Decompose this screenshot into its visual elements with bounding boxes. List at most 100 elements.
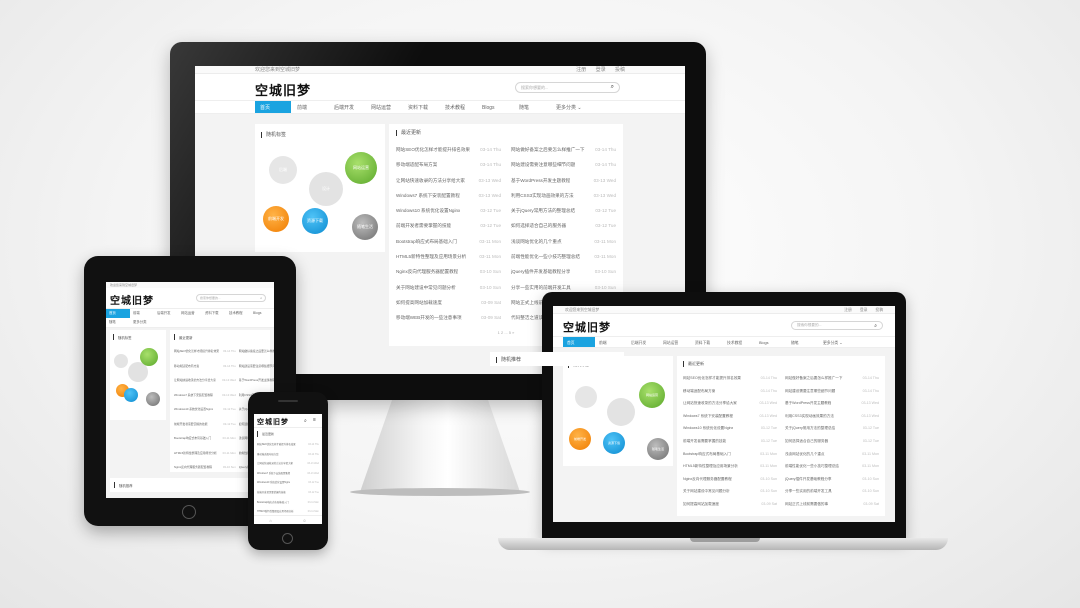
tag-bubble[interactable]: 后端 xyxy=(269,156,297,184)
list-item[interactable]: 网站SEO优化怎样才能提升排名效果 03-14 Thu xyxy=(257,440,319,450)
list-item[interactable]: 网站做好备案之后要怎么样推广一下03-14 Thu xyxy=(511,142,616,157)
nav-item[interactable]: Blogs xyxy=(476,101,513,113)
tag-bubble[interactable] xyxy=(607,398,635,426)
nav-home[interactable]: 首页 xyxy=(255,101,291,113)
nav-item[interactable]: 前端 xyxy=(291,101,328,113)
laptop-logo[interactable]: 空城旧梦 xyxy=(563,319,611,335)
list-item[interactable]: 网站正式上线前需要做的事 03-09 Sat xyxy=(785,498,879,511)
list-item[interactable]: 前端开发者需要掌握的技能 03-12 Tue xyxy=(257,488,319,498)
list-item[interactable]: Bootstrap响应式布局基础入门 03-11 Mon xyxy=(683,448,777,461)
list-item[interactable]: 让网站快速收录的方法分享给大家 03-13 Wed xyxy=(396,173,501,188)
tag-bubble[interactable]: 随笔生活 xyxy=(647,438,669,460)
nav-item[interactable]: 随笔 xyxy=(787,337,819,347)
list-item[interactable]: Bootstrap响应式布局基础入门 03-11 Mon xyxy=(257,498,319,508)
list-item[interactable]: 如何选择适合自己的服务器 03-12 Tue xyxy=(511,218,616,233)
list-item[interactable]: Windows7 系统下安装配置教程 03-13 Wed xyxy=(174,388,236,403)
nav-item[interactable]: 后端开发 xyxy=(154,309,178,318)
list-item[interactable]: HTML5新特性整理及应用场景分析 03-11 Mon xyxy=(683,460,777,473)
list-item[interactable]: 如何选择适合自己的服务器 03-12 Tue xyxy=(785,435,879,448)
submit-link[interactable]: 投稿 xyxy=(875,308,883,312)
list-item[interactable]: 浅谈网站优化的几个重点 03-11 Mon xyxy=(785,448,879,461)
list-item[interactable]: 网站SEO优化怎样才能提升排名效果 03-14 Thu xyxy=(174,344,236,359)
list-item[interactable]: 网站做好备案之后要怎么样推广一下03-14 Thu xyxy=(785,372,879,385)
nav-item[interactable]: 技术教程 xyxy=(723,337,755,347)
list-item[interactable]: 基于WordPress开发主题教程03-13 Wed xyxy=(239,373,274,388)
list-item[interactable]: 前端开发者需要掌握的技能 03-12 Tue xyxy=(683,435,777,448)
list-item[interactable]: HTML5新特性整理及应用场景分析 03-11 Mon xyxy=(396,249,501,264)
nav-item[interactable]: 前端 xyxy=(595,337,627,347)
tag-bubble[interactable]: 网站运营 xyxy=(639,382,665,408)
list-item[interactable]: 网站建设需要注意哪些细节问题03-14 Thu xyxy=(511,157,616,172)
list-item[interactable]: 关于jQuery常用方法的整理总结 03-12 Tue xyxy=(511,203,616,218)
list-item[interactable]: 如何提高网站加载速度 03-09 Sat xyxy=(396,295,501,310)
tag-bubble[interactable] xyxy=(575,386,597,408)
tablet-logo[interactable]: 空城旧梦 xyxy=(110,292,154,307)
list-item[interactable]: 关于jQuery常用方法的整理总结 03-12 Tue xyxy=(785,422,879,435)
list-item[interactable]: 网站SEO优化怎样才能提升排名效果 03-14 Thu xyxy=(683,372,777,385)
list-item[interactable]: Windows7 系统下安装配置教程 03-13 Wed xyxy=(257,469,319,479)
laptop-search-input[interactable]: 搜索你想要的... ⌕ xyxy=(791,321,883,330)
nav-item[interactable]: 资料下载 xyxy=(691,337,723,347)
list-item[interactable]: 关于网站建设中常见问题分析 03-10 Sun xyxy=(396,280,501,295)
list-item[interactable]: 移动端适配布局方案 03-14 Thu xyxy=(257,450,319,460)
list-item[interactable]: 基于WordPress开发主题教程03-13 Wed xyxy=(511,173,616,188)
list-item[interactable]: Nginx反向代理服务器配置教程 03-10 Sun xyxy=(396,264,501,279)
home-icon[interactable]: ⌂ xyxy=(269,518,271,523)
nav-item[interactable]: 后端开发 xyxy=(627,337,659,347)
nav-item[interactable]: Blogs xyxy=(250,309,274,318)
tag-bubble[interactable] xyxy=(146,392,160,406)
list-item[interactable]: jQuery插件开发基础教程分享 03-10 Sun xyxy=(511,264,616,279)
list-item[interactable]: 移动端适配布局方案 03-14 Thu xyxy=(396,157,501,172)
list-item[interactable]: 网站建设需要注意哪些细节问题03-14 Thu xyxy=(785,385,879,398)
nav-item[interactable]: 随笔 xyxy=(106,318,130,327)
list-item[interactable]: 前端开发者需要掌握的技能 03-12 Tue xyxy=(174,417,236,432)
list-item[interactable]: Windows7 系统下安装配置教程 03-13 Wed xyxy=(396,188,501,203)
list-item[interactable]: 关于网站建设中常见问题分析 03-10 Sun xyxy=(683,485,777,498)
search-icon[interactable]: ⌕ xyxy=(611,84,614,91)
list-item[interactable]: 分享一些实用的前端开发工具 03-10 Sun xyxy=(785,485,879,498)
site-logo[interactable]: 空城旧梦 xyxy=(255,80,311,99)
list-item[interactable]: Windows7 系统下安装配置教程 03-13 Wed xyxy=(683,410,777,423)
search-input[interactable]: 搜索你想要的... ⌕ xyxy=(515,82,620,93)
search-icon[interactable]: ⌕ xyxy=(874,323,877,329)
login-link[interactable]: 登录 xyxy=(596,67,606,73)
tag-bubble[interactable]: 随笔生活 xyxy=(352,214,378,240)
nav-item[interactable]: 技术教程 xyxy=(439,101,476,113)
tag-bubble[interactable] xyxy=(114,354,128,368)
list-item[interactable]: 让网站快速收录的方法分享给大家 03-13 Wed xyxy=(174,373,236,388)
list-item[interactable]: 移动端适配布局方案 03-14 Thu xyxy=(683,385,777,398)
list-item[interactable]: Windows10 系统优化设置Nginx 03-12 Tue xyxy=(257,478,319,488)
nav-item[interactable]: 后端开发 xyxy=(328,101,365,113)
list-item[interactable]: Windows10 系统优化设置Nginx 03-12 Tue xyxy=(174,402,236,417)
list-item[interactable]: 前端性能优化一些小技巧整理总结 03-11 Mon xyxy=(785,460,879,473)
search-icon[interactable]: ⌕ xyxy=(304,418,307,424)
list-item[interactable]: jQuery插件开发基础教程分享 03-10 Sun xyxy=(785,473,879,486)
tag-bubble[interactable]: 前端开发 xyxy=(569,428,591,450)
list-item[interactable]: 网站建设需要注意哪些细节问题03-14 Thu xyxy=(239,359,274,374)
list-item[interactable]: 浅谈网站优化的几个重点 03-11 Mon xyxy=(511,234,616,249)
list-item[interactable]: Windows10 系统优化设置Nginx 03-12 Tue xyxy=(683,422,777,435)
list-item[interactable]: Bootstrap响应式布局基础入门 03-11 Mon xyxy=(174,431,236,446)
search-icon[interactable]: ⌕ xyxy=(260,296,262,300)
list-item[interactable]: 让网站快速收录的方法分享给大家 03-13 Wed xyxy=(257,459,319,469)
nav-item-more[interactable]: 更多分类 ⌄ xyxy=(550,101,588,113)
nav-item[interactable]: 网站运营 xyxy=(178,309,202,318)
list-item[interactable]: Nginx反向代理服务器配置教程 03-10 Sun xyxy=(683,473,777,486)
list-item[interactable]: 利用CSS3实现动画效果的方法 03-13 Wed xyxy=(785,410,879,423)
list-item[interactable]: 移动端WEB开发的一些注意事项 03-09 Sat xyxy=(396,310,501,325)
nav-item-more[interactable]: 更多分类 xyxy=(130,318,154,327)
nav-home[interactable]: 首页 xyxy=(563,337,595,347)
list-item[interactable]: 网站做好备案之后要怎么样推广一下03-14 Thu xyxy=(239,344,274,359)
nav-item[interactable]: 技术教程 xyxy=(226,309,250,318)
register-link[interactable]: 注册 xyxy=(844,308,852,312)
list-item[interactable]: HTML5新特性整理及应用场景分析 03-11 Mon xyxy=(174,446,236,461)
submit-link[interactable]: 投稿 xyxy=(615,67,625,73)
nav-item[interactable]: 随笔 xyxy=(513,101,550,113)
list-item[interactable]: 前端开发者需要掌握的技能 03-12 Tue xyxy=(396,218,501,233)
nav-item[interactable]: Blogs xyxy=(755,337,787,347)
nav-item[interactable]: 资料下载 xyxy=(202,309,226,318)
list-item[interactable]: 让网站快速收录的方法分享给大家 03-13 Wed xyxy=(683,397,777,410)
tag-bubble[interactable]: 网站运营 xyxy=(345,152,377,184)
nav-item[interactable]: 网站运营 xyxy=(659,337,691,347)
phone-logo[interactable]: 空城旧梦 xyxy=(257,417,289,427)
